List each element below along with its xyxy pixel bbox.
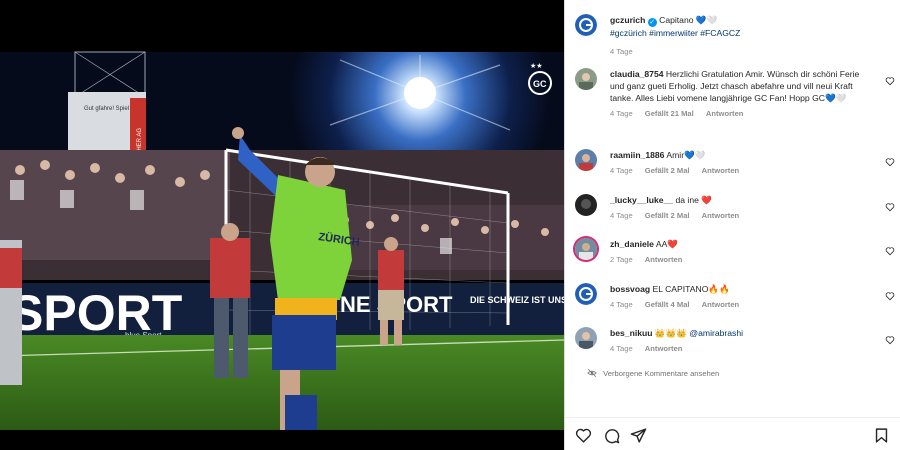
reply-button[interactable]: Antworten: [702, 211, 740, 220]
gc-logo-icon: [575, 283, 597, 305]
comment-age: 4 Tage: [610, 109, 633, 118]
comment-username[interactable]: bes_nikuu: [610, 328, 653, 338]
avatar[interactable]: [575, 68, 597, 90]
eye-off-icon: [587, 368, 597, 378]
comment-age: 4 Tage: [610, 344, 633, 353]
avatar[interactable]: [575, 149, 597, 171]
reply-button[interactable]: Antworten: [645, 344, 683, 353]
comment-username[interactable]: _lucky__luke__: [610, 195, 673, 205]
club-logo-overlay: GC: [533, 79, 547, 89]
avatar-photo-icon: [575, 238, 597, 260]
comment-icon[interactable]: [603, 427, 620, 444]
reply-button[interactable]: Antworten: [702, 300, 740, 309]
heart-icon[interactable]: [885, 76, 895, 86]
comment-username[interactable]: claudia_8754: [610, 69, 664, 79]
comment-username[interactable]: bossvoag: [610, 284, 650, 294]
avatar-photo-icon: [575, 149, 597, 171]
comment-likes[interactable]: Gefällt 2 Mal: [645, 166, 690, 175]
comment-mention[interactable]: @amirabrashi: [689, 328, 743, 338]
heart-icon[interactable]: [885, 335, 895, 345]
reply-button[interactable]: Antworten: [645, 255, 683, 264]
avatar[interactable]: [575, 283, 597, 305]
comment-username[interactable]: raamiin_1886: [610, 150, 664, 160]
post-actions-bar: [565, 417, 900, 450]
caption-text: Capitano 💙🤍: [659, 15, 718, 25]
comment-likes[interactable]: Gefällt 21 Mal: [645, 109, 694, 118]
comment-age: 4 Tage: [610, 300, 633, 309]
verified-badge-icon: ✓: [647, 18, 657, 27]
hidden-comments-label: Verborgene Kommentare ansehen: [603, 369, 720, 378]
comment-text: da ine ❤️: [675, 195, 712, 205]
avatar[interactable]: [575, 238, 597, 260]
comment-text: 👑👑👑: [654, 328, 690, 338]
reply-button[interactable]: Antworten: [702, 166, 740, 175]
heart-icon[interactable]: [885, 202, 895, 212]
caption-username[interactable]: gczurich: [610, 15, 645, 25]
post-photo[interactable]: Gut gfahre! Spiel BIRCHER AG SPORT NE SP…: [0, 0, 564, 450]
send-icon[interactable]: [630, 427, 647, 444]
avatar-photo-icon: [575, 194, 597, 216]
bookmark-icon[interactable]: [873, 427, 890, 444]
comment-username[interactable]: zh_daniele: [610, 239, 654, 249]
heart-icon[interactable]: [575, 427, 592, 444]
comment-text: AA❤️: [655, 239, 679, 249]
avatar-photo-icon: [575, 68, 597, 90]
avatar[interactable]: [575, 194, 597, 216]
heart-icon[interactable]: [885, 291, 895, 301]
avatar[interactable]: [575, 327, 597, 349]
comment-text: EL CAPITANO🔥🔥: [652, 284, 730, 294]
heart-icon[interactable]: [885, 246, 895, 256]
comment-age: 4 Tage: [610, 211, 633, 220]
heart-icon[interactable]: [885, 157, 895, 167]
stadium-celebration-photo: Gut gfahre! Spiel BIRCHER AG SPORT NE SP…: [0, 0, 564, 450]
gc-logo-icon: [575, 14, 597, 36]
stand-sign-text: Gut gfahre! Spiel: [84, 106, 129, 112]
hidden-comments-link[interactable]: Verborgene Kommentare ansehen: [587, 368, 719, 378]
caption-hashtags[interactable]: #gczürich #immerwiiter #FCAGCZ: [610, 28, 740, 38]
comment-text: Amir💙🤍: [666, 150, 706, 160]
caption-age: 4 Tage: [610, 47, 633, 56]
reply-button[interactable]: Antworten: [706, 109, 744, 118]
ad-board-slogan: DIE SCHWEIZ IST UNSER: [470, 295, 564, 305]
comment-age: 4 Tage: [610, 166, 633, 175]
avatar-photo-icon: [575, 327, 597, 349]
caption-text-block: gczurich ✓ Capitano 💙🤍 #gczürich #immerw…: [610, 14, 860, 58]
comment-age: 2 Tage: [610, 255, 633, 264]
comment-likes[interactable]: Gefällt 4 Mal: [645, 300, 690, 309]
comment-likes[interactable]: Gefällt 2 Mal: [645, 211, 690, 220]
avatar[interactable]: [575, 14, 597, 36]
post-side-panel: gczurich ✓ Capitano 💙🤍 #gczürich #immerw…: [564, 0, 900, 450]
star-icon: ★★: [530, 62, 543, 70]
